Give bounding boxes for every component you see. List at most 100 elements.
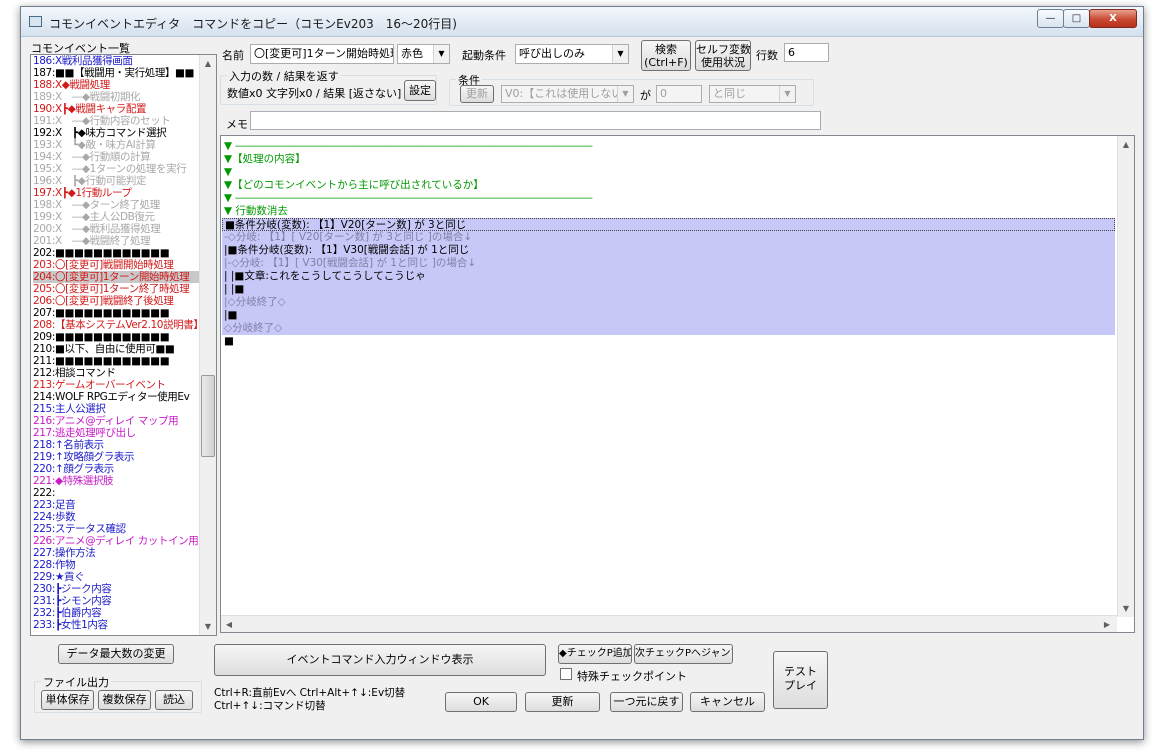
- code-vertical-scrollbar[interactable]: ▲ ▼: [1117, 136, 1134, 617]
- command-line[interactable]: |◇分岐終了◇: [222, 296, 1115, 309]
- common-event-item[interactable]: 206:〇[変更可]戦闘終了後処理: [33, 295, 203, 307]
- scrollbar-thumb[interactable]: [201, 375, 215, 457]
- common-event-item[interactable]: 216:アニメ@ディレイ マップ用: [33, 415, 203, 427]
- command-line[interactable]: ▼: [222, 166, 1115, 179]
- common-event-item[interactable]: 191:X ―◆行動内容のセット: [33, 115, 203, 127]
- common-event-item[interactable]: 190:X┣◆戦闘キャラ配置: [33, 103, 203, 115]
- common-event-item[interactable]: 208:【基本システムVer2.10説明書】: [33, 319, 203, 331]
- common-event-item[interactable]: 224:歩数: [33, 511, 203, 523]
- common-event-item[interactable]: 196:X ┣◆行動可能判定: [33, 175, 203, 187]
- common-event-item[interactable]: 200:X ―◆戦利品獲得処理: [33, 223, 203, 235]
- command-line[interactable]: ■条件分岐(変数): 【1】V20[ターン数] が 3と同じ: [222, 218, 1115, 231]
- scroll-up-icon[interactable]: ▲: [1118, 136, 1134, 153]
- condition-update-button[interactable]: 更新: [460, 85, 494, 103]
- condition-variable-select[interactable]: V0:【これは使用しない】 ▼: [501, 85, 634, 103]
- update-button[interactable]: 更新: [525, 692, 600, 712]
- list-scrollbar[interactable]: ▲ ▼: [199, 55, 216, 635]
- common-event-item[interactable]: 227:操作方法: [33, 547, 203, 559]
- common-event-item[interactable]: 198:X ―◆ターン終了処理: [33, 199, 203, 211]
- common-event-item[interactable]: 201:X ―◆戦闘終了処理: [33, 235, 203, 247]
- common-event-item[interactable]: 231:┣シモン内容: [33, 595, 203, 607]
- common-event-item[interactable]: 189:X ―◆戦闘初期化: [33, 91, 203, 103]
- special-checkpoint-checkbox[interactable]: [560, 668, 572, 680]
- common-event-item[interactable]: 212:相談コマンド: [33, 367, 203, 379]
- undo-button[interactable]: 一つ元に戻す: [610, 692, 683, 712]
- memo-field[interactable]: [250, 111, 821, 130]
- event-command-input-window-button[interactable]: イベントコマンド入力ウィンドウ表示: [214, 644, 546, 676]
- common-event-item[interactable]: 218:↑名前表示: [33, 439, 203, 451]
- common-event-item[interactable]: 186:X戦利品獲得画面: [33, 55, 203, 67]
- command-line[interactable]: |■: [222, 309, 1115, 322]
- common-event-item[interactable]: 188:X◆戦闘処理: [33, 79, 203, 91]
- event-command-list[interactable]: ▼ ―――――――――――――――――――――――――――――――――― ▼【処理…: [220, 135, 1135, 633]
- common-event-item[interactable]: 221:◆特殊選択肢: [33, 475, 203, 487]
- scroll-down-icon[interactable]: ▼: [1118, 600, 1134, 617]
- common-event-list[interactable]: 186:X戦利品獲得画面 187:■■【戦闘用・実行処理】■■ 188:X◆戦闘処理…: [30, 54, 217, 636]
- command-line[interactable]: -◇分岐: 【1】[ V20[ターン数] が 3と同じ ]の場合↓: [222, 231, 1115, 244]
- common-event-item[interactable]: 203:〇[変更可]戦闘開始時処理: [33, 259, 203, 271]
- condition-number-spinner[interactable]: 0: [656, 85, 702, 103]
- common-event-item[interactable]: 207:■■■■■■■■■■■■: [33, 307, 203, 319]
- command-line[interactable]: ▼【処理の内容】: [222, 153, 1115, 166]
- command-line[interactable]: ▼ ――――――――――――――――――――――――――――――――――: [222, 140, 1115, 153]
- common-event-item[interactable]: 187:■■【戦闘用・実行処理】■■: [33, 67, 203, 79]
- common-event-item[interactable]: 215:主人公選択: [33, 403, 203, 415]
- scroll-down-icon[interactable]: ▼: [200, 618, 216, 635]
- command-line[interactable]: | |■文章:これをこうしてこうしてこうじゃ: [222, 270, 1115, 283]
- search-button[interactable]: 検索 (Ctrl+F): [641, 40, 691, 71]
- code-horizontal-scrollbar[interactable]: ◀ ▶: [221, 615, 1117, 632]
- common-event-item[interactable]: 195:X ―◆1ターンの処理を実行: [33, 163, 203, 175]
- common-event-item[interactable]: 230:┣ジーク内容: [33, 583, 203, 595]
- common-event-item[interactable]: 219:↑攻略顔グラ表示: [33, 451, 203, 463]
- command-line[interactable]: ◇分岐終了◇: [222, 322, 1115, 335]
- color-select[interactable]: 赤色 ▼: [397, 44, 450, 64]
- command-line[interactable]: ▼ ――――――――――――――――――――――――――――――――――: [222, 192, 1115, 205]
- ok-button[interactable]: OK: [445, 692, 517, 712]
- common-event-item[interactable]: 229:★貢ぐ: [33, 571, 203, 583]
- scroll-right-icon[interactable]: ▶: [1099, 616, 1115, 632]
- common-event-item[interactable]: 233:┣女性1内容: [33, 619, 203, 631]
- command-line[interactable]: |■条件分岐(変数): 【1】V30[戦闘会話] が 1と同じ: [222, 244, 1115, 257]
- common-event-item[interactable]: 204:〇[変更可]1ターン開始時処理: [33, 271, 203, 283]
- common-event-item[interactable]: 214:WOLF RPGエディター使用Ev: [33, 391, 203, 403]
- name-field[interactable]: 〇[変更可]1ターン開始時処理: [250, 44, 394, 64]
- command-line[interactable]: |-◇分岐: 【1】[ V30[戦闘会話] が 1と同じ ]の場合↓: [222, 257, 1115, 270]
- common-event-item[interactable]: 193:X ┗◆敵・味方AI計算: [33, 139, 203, 151]
- close-button[interactable]: X: [1089, 9, 1137, 28]
- self-variable-usage-button[interactable]: セルフ変数 使用状況: [695, 40, 751, 71]
- common-event-item[interactable]: 220:↑顔グラ表示: [33, 463, 203, 475]
- single-save-button[interactable]: 単体保存: [41, 690, 94, 710]
- add-checkpoint-button[interactable]: ◆チェックP追加: [558, 644, 632, 664]
- maximize-button[interactable]: □: [1063, 9, 1090, 28]
- command-line[interactable]: ▼【どのコモンイベントから主に呼び出されているか】: [222, 179, 1115, 192]
- minimize-button[interactable]: —: [1037, 9, 1064, 28]
- multi-save-button[interactable]: 複数保存: [98, 690, 151, 710]
- test-play-button[interactable]: テスト プレイ: [773, 651, 828, 709]
- common-event-item[interactable]: 213:ゲームオーバーイベント: [33, 379, 203, 391]
- condition-compare-select[interactable]: と同じ ▼: [709, 85, 796, 103]
- next-checkpoint-jump-button[interactable]: 次チェックPへジャンプ: [634, 644, 733, 664]
- data-max-change-button[interactable]: データ最大数の変更: [58, 644, 174, 664]
- common-event-item[interactable]: 199:X ―◆主人公DB復元: [33, 211, 203, 223]
- common-event-item[interactable]: 226:アニメ@ディレイ カットイン用: [33, 535, 203, 547]
- command-line[interactable]: ▼ 行動数消去: [222, 205, 1115, 218]
- common-event-item[interactable]: 211:■■■■■■■■■■■■: [33, 355, 203, 367]
- scroll-left-icon[interactable]: ◀: [221, 616, 237, 632]
- common-event-item[interactable]: 205:〇[変更可]1ターン終了時処理: [33, 283, 203, 295]
- load-button[interactable]: 読込: [155, 690, 193, 710]
- common-event-item[interactable]: 209:■■■■■■■■■■■■: [33, 331, 203, 343]
- common-event-item[interactable]: 228:作物: [33, 559, 203, 571]
- common-event-item[interactable]: 197:X┣◆1行動ループ: [33, 187, 203, 199]
- common-event-item[interactable]: 232:┣伯爵内容: [33, 607, 203, 619]
- common-event-item[interactable]: 223:足音: [33, 499, 203, 511]
- cancel-button[interactable]: キャンセル: [690, 692, 765, 712]
- common-event-item[interactable]: 222:: [33, 487, 203, 499]
- common-event-item[interactable]: 192:X ┣◆味方コマンド選択: [33, 127, 203, 139]
- command-line[interactable]: | |■: [222, 283, 1115, 296]
- common-event-item[interactable]: 225:ステータス確認: [33, 523, 203, 535]
- scroll-up-icon[interactable]: ▲: [200, 55, 216, 72]
- io-set-button[interactable]: 設定: [404, 80, 436, 101]
- common-event-item[interactable]: 217:逃走処理呼び出し: [33, 427, 203, 439]
- common-event-item[interactable]: 202:■■■■■■■■■■■■: [33, 247, 203, 259]
- trigger-select[interactable]: 呼び出しのみ ▼: [515, 44, 629, 64]
